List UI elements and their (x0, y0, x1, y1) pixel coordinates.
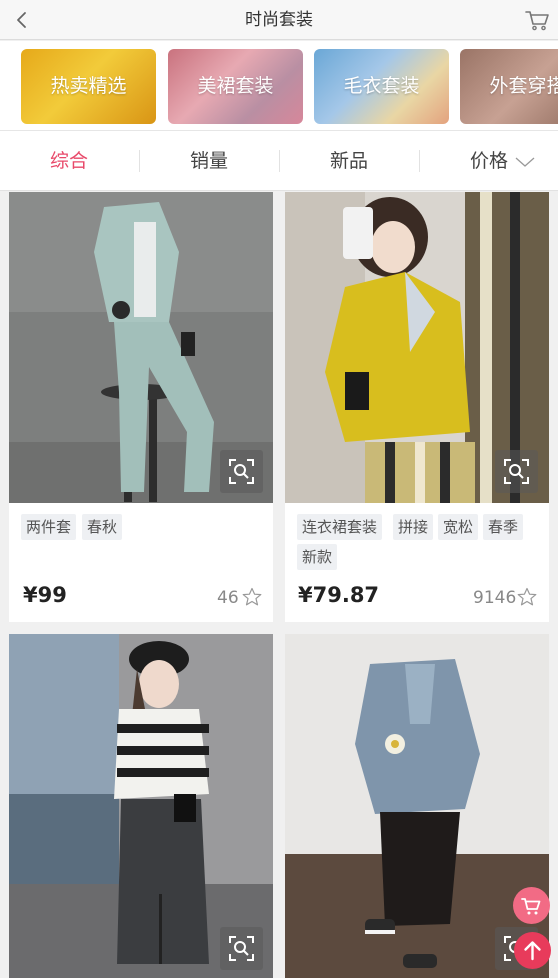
product-card[interactable] (285, 634, 549, 978)
product-card[interactable] (9, 634, 273, 978)
price: ¥99 (23, 583, 67, 607)
favorite-count: 9146 (473, 588, 517, 608)
zoom-icon (229, 459, 254, 484)
page-title: 时尚套装 (245, 10, 313, 30)
tag[interactable]: 春季 (483, 514, 524, 540)
chevron-down-icon (515, 157, 535, 167)
zoom-button[interactable] (220, 450, 263, 493)
sort-price[interactable]: 价格 (470, 131, 536, 191)
star-icon[interactable] (242, 587, 262, 607)
category-sweater-sets[interactable]: 毛衣套装 (314, 49, 449, 124)
product-card[interactable]: 连衣裙套装 拼接 宽松 春季 新款 ¥79.87 9146 (285, 192, 549, 622)
zoom-icon (229, 936, 254, 961)
sort-bar: 综合 销量 新品 价格 (0, 131, 558, 191)
tag[interactable]: 拼接 (393, 514, 434, 540)
tag[interactable]: 宽松 (438, 514, 479, 540)
product-card[interactable]: 两件套 春秋 ¥99 46 (9, 192, 273, 622)
sort-new[interactable]: 新品 (330, 131, 368, 191)
star-icon[interactable] (517, 587, 537, 607)
floating-cart-button[interactable] (513, 887, 550, 924)
category-carousel[interactable]: 热卖精选 美裙套装 毛衣套装 外套穿搭 (0, 41, 558, 131)
divider (139, 150, 140, 172)
cart-icon[interactable] (524, 7, 550, 33)
tag[interactable]: 新款 (297, 544, 338, 570)
top-bar: 时尚套装 (0, 0, 558, 40)
zoom-icon (504, 459, 529, 484)
back-to-top-button[interactable] (514, 932, 551, 969)
sort-overall[interactable]: 综合 (50, 131, 88, 191)
tag[interactable]: 两件套 (21, 514, 77, 540)
category-skirt-sets[interactable]: 美裙套装 (168, 49, 303, 124)
price: ¥79.87 (298, 583, 380, 607)
divider (419, 150, 420, 172)
sort-sales[interactable]: 销量 (190, 131, 228, 191)
cart-fab-icon (521, 898, 541, 915)
arrow-up-icon (524, 941, 541, 961)
sort-price-label: 价格 (470, 150, 509, 172)
zoom-button[interactable] (220, 927, 263, 970)
zoom-button[interactable] (495, 450, 538, 493)
favorite-count: 46 (217, 588, 239, 608)
divider (279, 150, 280, 172)
tag[interactable]: 春秋 (82, 514, 123, 540)
tag[interactable]: 连衣裙套装 (297, 514, 383, 540)
category-hot-picks[interactable]: 热卖精选 (21, 49, 156, 124)
category-outerwear[interactable]: 外套穿搭 (460, 49, 558, 124)
